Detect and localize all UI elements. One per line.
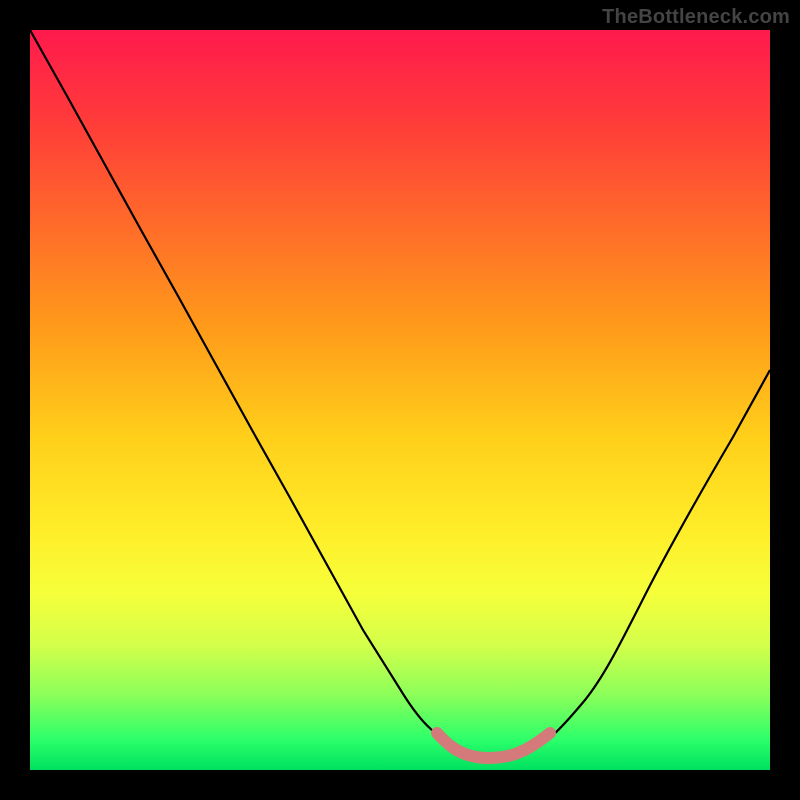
plot-area [30,30,770,770]
bottleneck-curve [30,30,770,756]
curve-svg [30,30,770,770]
chart-frame: TheBottleneck.com [0,0,800,800]
valley-highlight [437,733,550,758]
watermark-text: TheBottleneck.com [602,6,790,29]
